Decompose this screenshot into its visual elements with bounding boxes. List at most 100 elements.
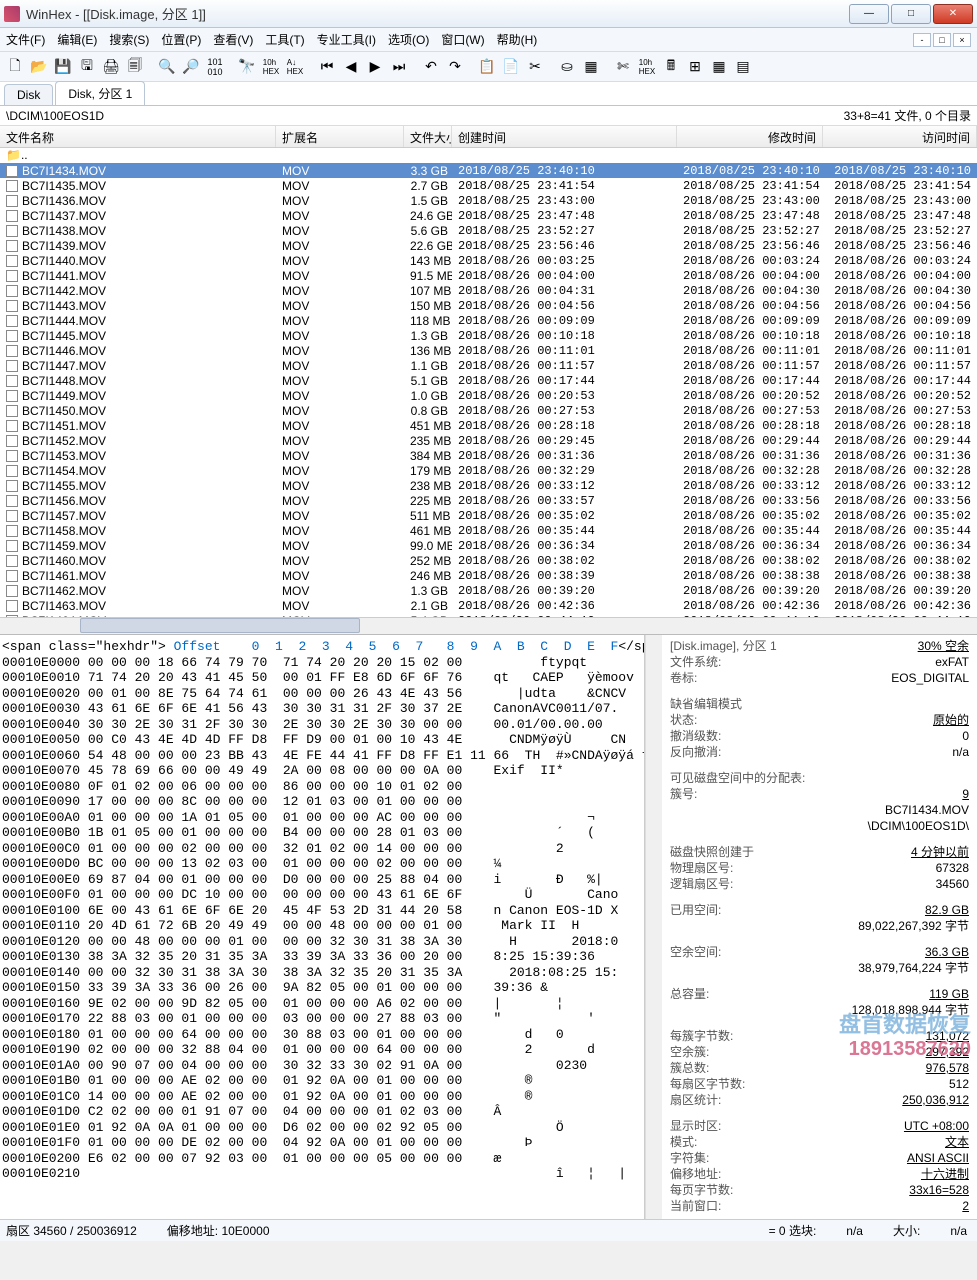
- menu-file[interactable]: 文件(F): [6, 31, 45, 48]
- totalcluster-value[interactable]: 976,578: [926, 1061, 969, 1076]
- table-row[interactable]: BC7I1448.MOVMOV5.1 GB2018/08/26 00:17:44…: [0, 373, 977, 388]
- clipboard-cut-icon[interactable]: ✂: [524, 56, 546, 78]
- tz-value[interactable]: UTC +08:00: [904, 1119, 969, 1134]
- hex-alt-icon[interactable]: A↓HEX: [284, 56, 306, 78]
- table-row[interactable]: BC7I1435.MOVMOV2.7 GB2018/08/25 23:41:54…: [0, 178, 977, 193]
- table-row[interactable]: BC7I1454.MOVMOV179 MB2018/08/26 00:32:29…: [0, 463, 977, 478]
- col-atime[interactable]: 访问时间: [823, 126, 977, 147]
- table-row[interactable]: BC7I1450.MOVMOV0.8 GB2018/08/26 00:27:53…: [0, 403, 977, 418]
- print-icon[interactable]: 🖨: [100, 56, 122, 78]
- menu-help[interactable]: 帮助(H): [497, 31, 538, 48]
- menu-view[interactable]: 查看(V): [213, 31, 253, 48]
- mdi-restore-button[interactable]: □: [933, 33, 951, 47]
- table-row[interactable]: BC7I1445.MOVMOV1.3 GB2018/08/26 00:10:18…: [0, 328, 977, 343]
- calc-icon[interactable]: 🖩: [660, 56, 682, 78]
- table-row[interactable]: BC7I1458.MOVMOV461 MB2018/08/26 00:35:44…: [0, 523, 977, 538]
- table-row[interactable]: BC7I1439.MOVMOV22.6 GB2018/08/25 23:56:4…: [0, 238, 977, 253]
- tab-partition-1[interactable]: Disk, 分区 1: [55, 81, 145, 105]
- menu-window[interactable]: 窗口(W): [441, 31, 484, 48]
- menu-position[interactable]: 位置(P): [161, 31, 201, 48]
- table-row[interactable]: BC7I1447.MOVMOV1.1 GB2018/08/26 00:11:57…: [0, 358, 977, 373]
- nav-prev-icon[interactable]: ◀: [340, 56, 362, 78]
- disk-icon[interactable]: ⛀: [556, 56, 578, 78]
- charset-value[interactable]: ANSI ASCII: [907, 1151, 969, 1166]
- position-icon[interactable]: ⊞: [684, 56, 706, 78]
- col-size[interactable]: 文件大小: [404, 126, 452, 147]
- table-row[interactable]: BC7I1434.MOVMOV3.3 GB2018/08/25 23:40:10…: [0, 163, 977, 178]
- state-value[interactable]: 原始的: [933, 713, 969, 728]
- save-icon[interactable]: 💾: [52, 56, 74, 78]
- table-row[interactable]: BC7I1460.MOVMOV252 MB2018/08/26 00:38:02…: [0, 553, 977, 568]
- cut-icon[interactable]: ✄: [612, 56, 634, 78]
- table-row[interactable]: BC7I1446.MOVMOV136 MB2018/08/26 00:11:01…: [0, 343, 977, 358]
- table-row[interactable]: BC7I1437.MOVMOV24.6 GB2018/08/25 23:47:4…: [0, 208, 977, 223]
- table-row[interactable]: BC7I1443.MOVMOV150 MB2018/08/26 00:04:56…: [0, 298, 977, 313]
- clipboard-copy-icon[interactable]: 📋: [476, 56, 498, 78]
- sectors-value[interactable]: 250,036,912: [902, 1093, 969, 1108]
- nav-next-icon[interactable]: ▶: [364, 56, 386, 78]
- table-row[interactable]: BC7I1452.MOVMOV235 MB2018/08/26 00:29:45…: [0, 433, 977, 448]
- new-icon[interactable]: 🗋: [4, 56, 26, 78]
- table-row[interactable]: BC7I1463.MOVMOV2.1 GB2018/08/26 00:42:36…: [0, 598, 977, 613]
- table-row[interactable]: BC7I1449.MOVMOV1.0 GB2018/08/26 00:20:53…: [0, 388, 977, 403]
- nav-first-icon[interactable]: ⏮: [316, 56, 338, 78]
- table-row[interactable]: BC7I1451.MOVMOV451 MB2018/08/26 00:28:18…: [0, 418, 977, 433]
- mode-value[interactable]: 文本: [945, 1135, 969, 1150]
- binoculars-icon[interactable]: 🔭: [236, 56, 258, 78]
- table-row[interactable]: BC7I1442.MOVMOV107 MB2018/08/26 00:04:31…: [0, 283, 977, 298]
- table-row[interactable]: BC7I1438.MOVMOV5.6 GB2018/08/25 23:52:27…: [0, 223, 977, 238]
- grid-icon[interactable]: ▦: [708, 56, 730, 78]
- tab-disk[interactable]: Disk: [4, 84, 53, 105]
- table-row[interactable]: BC7I1462.MOVMOV1.3 GB2018/08/26 00:39:20…: [0, 583, 977, 598]
- table-row[interactable]: BC7I1441.MOVMOV91.5 MB2018/08/26 00:04:0…: [0, 268, 977, 283]
- table-row[interactable]: BC7I1453.MOVMOV384 MB2018/08/26 00:31:36…: [0, 448, 977, 463]
- bpp-value[interactable]: 33x16=528: [909, 1183, 969, 1198]
- cluster-value[interactable]: 9: [962, 787, 969, 802]
- menu-edit[interactable]: 编辑(E): [57, 31, 97, 48]
- save-as-icon[interactable]: 🖫: [76, 56, 98, 78]
- hex-tool-icon[interactable]: 10hHEX: [636, 56, 658, 78]
- redo-icon[interactable]: ↷: [444, 56, 466, 78]
- find-icon[interactable]: 🔍: [156, 56, 178, 78]
- menu-specialist[interactable]: 专业工具(I): [317, 31, 376, 48]
- table-row[interactable]: BC7I1436.MOVMOV1.5 GB2018/08/25 23:43:00…: [0, 193, 977, 208]
- col-ext[interactable]: 扩展名: [276, 126, 404, 147]
- free-gb[interactable]: 36.3 GB: [925, 945, 969, 960]
- col-name[interactable]: 文件名称: [0, 126, 276, 147]
- hex-101-icon[interactable]: 101010: [204, 56, 226, 78]
- table-row[interactable]: BC7I1456.MOVMOV225 MB2018/08/26 00:33:57…: [0, 493, 977, 508]
- close-button[interactable]: ✕: [933, 4, 973, 24]
- table-row[interactable]: BC7I1459.MOVMOV99.0 MB2018/08/26 00:36:3…: [0, 538, 977, 553]
- table-row[interactable]: BC7I1444.MOVMOV118 MB2018/08/26 00:09:09…: [0, 313, 977, 328]
- file-rows[interactable]: BC7I1434.MOVMOV3.3 GB2018/08/25 23:40:10…: [0, 163, 977, 617]
- table-row[interactable]: BC7I1461.MOVMOV246 MB2018/08/26 00:38:39…: [0, 568, 977, 583]
- menu-search[interactable]: 搜索(S): [109, 31, 149, 48]
- maximize-button[interactable]: □: [891, 4, 931, 24]
- pct-free[interactable]: 30% 空余: [918, 639, 969, 654]
- table-row[interactable]: BC7I1455.MOVMOV238 MB2018/08/26 00:33:12…: [0, 478, 977, 493]
- hex-label-icon[interactable]: 10hHEX: [260, 56, 282, 78]
- mdi-minimize-button[interactable]: -: [913, 33, 931, 47]
- menu-tools[interactable]: 工具(T): [265, 31, 304, 48]
- mdi-close-button[interactable]: ×: [953, 33, 971, 47]
- hex-scrollbar[interactable]: [645, 635, 662, 1219]
- properties-icon[interactable]: 🗐: [124, 56, 146, 78]
- nav-last-icon[interactable]: ⏭: [388, 56, 410, 78]
- curwin-value[interactable]: 2: [962, 1199, 969, 1214]
- col-mtime[interactable]: 修改时间: [677, 126, 823, 147]
- hex-view[interactable]: <span class="hexhdr"> Offset 0 1 2 3 4 5…: [0, 635, 645, 1219]
- list-icon[interactable]: ▤: [732, 56, 754, 78]
- used-gb[interactable]: 82.9 GB: [925, 903, 969, 918]
- col-ctime[interactable]: 创建时间: [452, 126, 677, 147]
- table-row[interactable]: BC7I1457.MOVMOV511 MB2018/08/26 00:35:02…: [0, 508, 977, 523]
- menu-options[interactable]: 选项(O): [388, 31, 429, 48]
- horizontal-scrollbar[interactable]: [0, 617, 977, 634]
- undo-icon[interactable]: ↶: [420, 56, 442, 78]
- find-hex-icon[interactable]: 🔎: [180, 56, 202, 78]
- total-gb[interactable]: 119 GB: [929, 987, 969, 1002]
- table-row[interactable]: BC7I1440.MOVMOV143 MB2018/08/26 00:03:25…: [0, 253, 977, 268]
- open-folder-icon[interactable]: 📂: [28, 56, 50, 78]
- minimize-button[interactable]: —: [849, 4, 889, 24]
- snapshot-value[interactable]: 4 分钟以前: [911, 845, 969, 860]
- offset-mode-value[interactable]: 十六进制: [921, 1167, 969, 1182]
